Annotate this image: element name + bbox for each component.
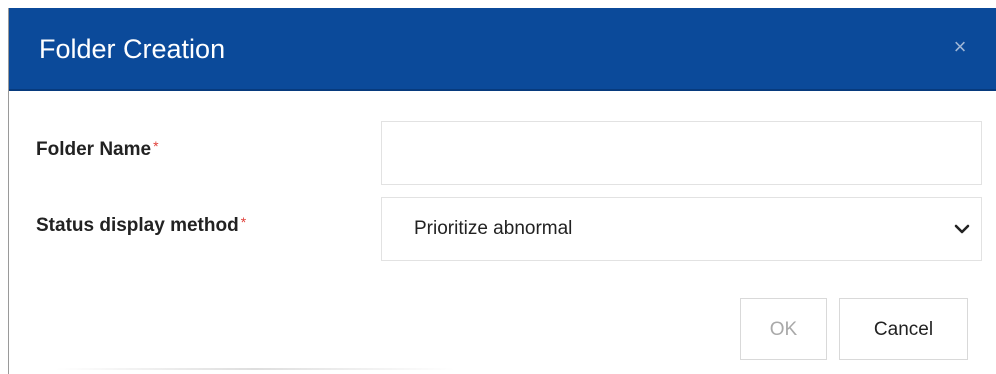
dialog-title: Folder Creation <box>39 34 226 64</box>
status-display-method-label: Status display method * <box>36 214 246 238</box>
chevron-down-icon <box>954 224 970 234</box>
cancel-button[interactable]: Cancel <box>839 298 968 360</box>
close-icon[interactable]: × <box>950 34 970 60</box>
folder-name-input[interactable] <box>381 121 982 185</box>
status-display-method-label-text: Status display method <box>36 215 239 236</box>
required-mark: * <box>153 138 159 154</box>
divider <box>55 368 455 370</box>
select-value: Prioritize abnormal <box>414 218 573 239</box>
folder-name-label: Folder Name * <box>36 138 159 162</box>
ok-button[interactable]: OK <box>740 298 827 360</box>
dialog-header: Folder Creation × <box>9 8 996 91</box>
folder-creation-dialog: Folder Creation × Folder Name * Status di… <box>8 8 996 374</box>
required-mark: * <box>240 214 247 230</box>
status-display-method-select[interactable]: Prioritize abnormal <box>381 197 982 261</box>
folder-name-label-text: Folder Name <box>36 139 152 160</box>
